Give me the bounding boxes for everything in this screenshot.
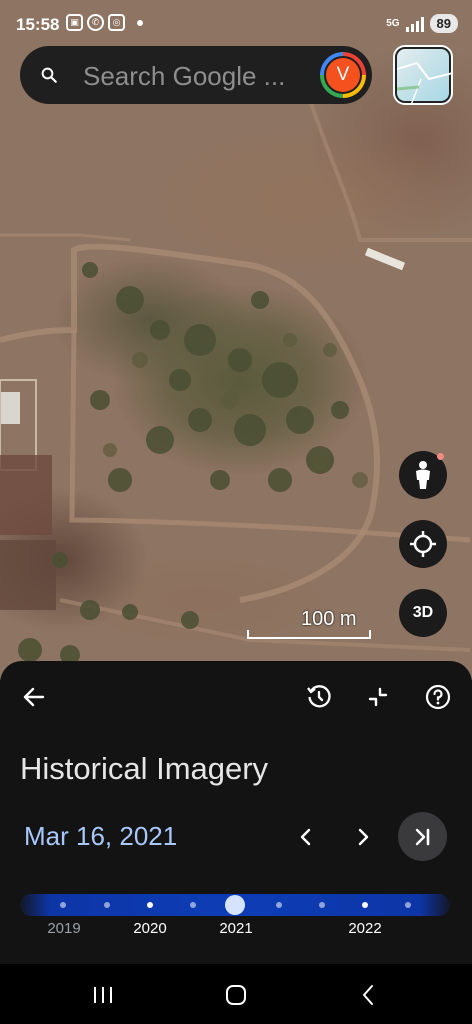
- arrow-back-icon: [23, 687, 45, 707]
- sheet-title: Historical Imagery: [20, 751, 269, 786]
- scale-bar: [247, 630, 371, 639]
- home-button[interactable]: [223, 982, 249, 1008]
- timeline-tick: [190, 902, 196, 908]
- search-input[interactable]: Search Google ...: [83, 61, 311, 92]
- recent-apps-icon: [94, 987, 112, 1003]
- network-type: 5G: [386, 17, 400, 29]
- account-avatar[interactable]: V: [320, 52, 366, 98]
- timeline-slider[interactable]: [20, 894, 450, 916]
- street-view-button[interactable]: [399, 451, 447, 499]
- previous-date-button[interactable]: [289, 820, 323, 854]
- timeline-tick: [147, 902, 153, 908]
- more-notifications-icon: [137, 19, 143, 26]
- my-location-button[interactable]: [399, 520, 447, 568]
- timeline-handle[interactable]: [225, 895, 245, 915]
- status-time: 15:58: [16, 15, 60, 34]
- search-icon: [41, 67, 57, 83]
- timeline-tick: [276, 902, 282, 908]
- whatsapp-icon: ✆: [87, 14, 104, 31]
- chevron-left-icon: [300, 828, 311, 846]
- system-nav-bar: [0, 964, 472, 1024]
- timeline-tick: [319, 902, 325, 908]
- street-view-indicator: [437, 453, 444, 460]
- 3d-label: 3D: [412, 604, 434, 621]
- skip-to-latest-icon: [415, 828, 429, 845]
- notification-icons: ▣ ✆ ◎: [66, 14, 143, 31]
- back-nav-button[interactable]: [355, 982, 381, 1008]
- year-label-2021: 2021: [219, 920, 253, 937]
- recent-apps-button[interactable]: [90, 982, 116, 1008]
- search-bar[interactable]: Search Google ... V: [20, 46, 372, 104]
- 3d-toggle-button[interactable]: 3D: [399, 589, 447, 637]
- history-button[interactable]: [302, 680, 336, 714]
- collapse-button[interactable]: [361, 680, 395, 714]
- home-icon: [226, 985, 246, 1005]
- back-nav-icon: [363, 985, 373, 1005]
- timeline-tick: [405, 902, 411, 908]
- next-date-button[interactable]: [346, 820, 380, 854]
- scale-label: 100 m: [301, 608, 357, 630]
- historical-imagery-sheet: Historical Imagery Mar 16, 2021 2019 202…: [0, 661, 472, 964]
- status-right: 5G 89: [386, 14, 458, 33]
- selected-date: Mar 16, 2021: [24, 821, 178, 851]
- timeline-tick: [60, 902, 66, 908]
- chevron-right-icon: [358, 828, 369, 846]
- status-bar: 15:58 ▣ ✆ ◎ 5G 89: [0, 0, 472, 48]
- year-label-2022: 2022: [348, 920, 382, 937]
- year-label-2020: 2020: [133, 920, 167, 937]
- signal-icon: [405, 16, 424, 32]
- year-label-2019: 2019: [47, 920, 81, 937]
- timeline-tick: [362, 902, 368, 908]
- back-button[interactable]: [17, 680, 51, 714]
- timeline-tick: [104, 902, 110, 908]
- instagram-icon: ◎: [108, 14, 125, 31]
- map-thumbnail: [396, 49, 451, 103]
- screenshot-icon: ▣: [66, 14, 83, 31]
- latest-date-button[interactable]: [398, 812, 447, 861]
- battery-indicator: 89: [429, 14, 458, 33]
- collapse-icon: [368, 687, 388, 707]
- avatar-letter: V: [324, 56, 362, 94]
- map-layers-button[interactable]: [393, 45, 453, 105]
- location-crosshair-icon: [410, 531, 436, 557]
- help-icon: [425, 684, 451, 710]
- history-clock-icon: [307, 685, 331, 708]
- help-button[interactable]: [421, 680, 455, 714]
- pegman-icon: [416, 461, 430, 489]
